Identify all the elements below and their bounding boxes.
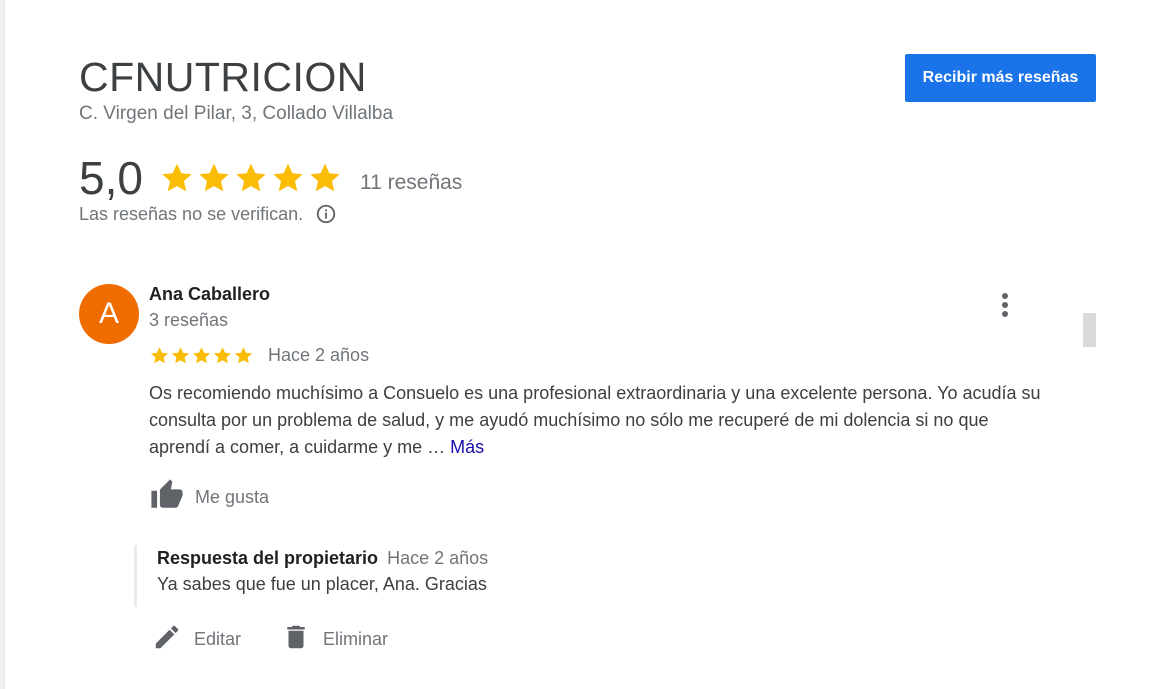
like-label: Me gusta — [195, 487, 270, 507]
reviewer-avatar[interactable]: A — [79, 284, 139, 344]
info-icon[interactable] — [315, 203, 337, 225]
owner-reply-title: Respuesta del propietario — [157, 548, 379, 568]
rating-stars — [159, 160, 343, 196]
edit-reply-button[interactable]: Editar — [152, 622, 241, 657]
star-icon — [199, 163, 229, 192]
star-icon — [171, 347, 190, 364]
get-more-reviews-button[interactable]: Recibir más reseñas — [905, 54, 1096, 102]
reviewer-review-count: 3 reseñas — [149, 310, 229, 330]
delete-label: Eliminar — [323, 629, 389, 649]
star-icon — [162, 163, 192, 192]
read-more-link[interactable]: Más — [450, 437, 484, 457]
total-review-count: 11 reseñas — [359, 171, 463, 194]
pencil-icon — [152, 622, 182, 657]
like-button[interactable]: Me gusta — [149, 478, 269, 517]
rating-value: 5,0 — [79, 152, 143, 204]
reviewer-name[interactable]: Ana Caballero — [149, 284, 270, 305]
owner-reply: Respuesta del propietario Hace 2 años Ya… — [134, 545, 834, 607]
business-name: CFNUTRICION — [79, 54, 367, 100]
review-text: Os recomiendo muchísimo a Consuelo es un… — [149, 383, 1041, 457]
more-vert-icon[interactable] — [994, 290, 1016, 320]
owner-reply-time: Hace 2 años — [387, 548, 489, 568]
scrollbar-thumb[interactable] — [1083, 313, 1096, 347]
star-icon — [310, 163, 340, 192]
star-icon — [213, 347, 232, 364]
star-icon — [150, 347, 169, 364]
thumb-up-icon — [149, 478, 185, 517]
star-icon — [273, 163, 303, 192]
delete-reply-button[interactable]: Eliminar — [281, 622, 388, 657]
review-body: Os recomiendo muchísimo a Consuelo es un… — [149, 380, 1049, 461]
reviews-panel: CFNUTRICION C. Virgen del Pilar, 3, Coll… — [0, 0, 1164, 689]
rating-summary: 5,0 11 reseñas — [79, 150, 462, 206]
business-address: C. Virgen del Pilar, 3, Collado Villalba — [79, 103, 394, 124]
owner-reply-header: Respuesta del propietario Hace 2 años — [157, 545, 834, 571]
disclaimer-text: Las reseñas no se verifican. — [79, 203, 304, 224]
review-time: Hace 2 años — [268, 345, 370, 365]
window-edge — [0, 0, 5, 689]
star-icon — [236, 163, 266, 192]
verification-disclaimer: Las reseñas no se verifican. — [79, 203, 337, 225]
star-icon — [192, 347, 211, 364]
review-rating-row: Hace 2 años — [149, 345, 369, 366]
trash-icon — [281, 622, 311, 657]
edit-label: Editar — [194, 629, 242, 649]
star-icon — [234, 347, 253, 364]
review-stars — [149, 345, 254, 366]
owner-reply-text: Ya sabes que fue un placer, Ana. Gracias — [157, 574, 487, 594]
